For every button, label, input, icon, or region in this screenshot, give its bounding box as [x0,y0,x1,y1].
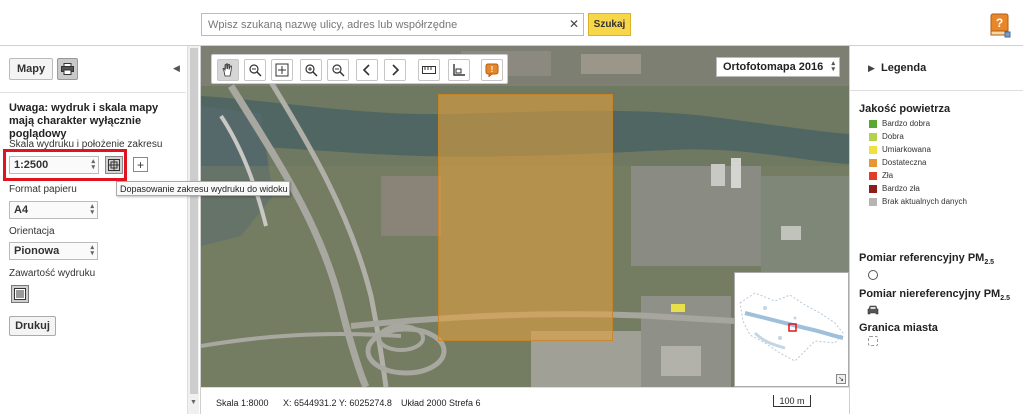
previous-view-icon[interactable] [356,59,378,81]
fit-tooltip: Dopasowanie zakresu wydruku do widoku [116,181,290,196]
legend-item-label: Zła [882,171,894,180]
coordinate-system: Układ 2000 Strefa 6 [401,398,481,408]
scrollbar-thumb[interactable] [190,48,198,394]
map-scale: Skala 1:8000 [216,398,269,408]
legend-swatch [869,145,877,154]
pan-hand-icon[interactable] [217,59,239,81]
scale-value: 1:2500 [14,159,49,171]
zoom-in-icon[interactable] [300,59,322,81]
legend-item: Dobra [869,131,904,142]
nonreference-pm-label: Pomiar niereferencyjny PM [859,288,1001,300]
printer-icon[interactable] [57,58,78,80]
city-border-title: Granica miasta [859,322,938,334]
legend-item: Zła [869,170,893,181]
zoom-extent-icon[interactable] [271,59,293,81]
paper-select[interactable]: A4 ▴ ▾ [9,201,98,219]
header: ✕ Szukaj ? [0,0,1023,46]
reference-pm-title: Pomiar referencyjny PM2.5 [859,252,994,266]
paper-value: A4 [14,204,29,216]
legend-swatch [869,119,877,128]
coordinates: X: 6544931.2 Y: 6025274.8 [283,398,392,408]
select-arrows-icon: ▴ ▾ [831,60,835,73]
select-arrows-icon: ▴ ▾ [91,158,95,171]
reference-pm-label: Pomiar referencyjny PM [859,252,985,264]
scrollbar[interactable]: ▼ [187,46,199,414]
nonreference-pm-title: Pomiar niereferencyjny PM2.5 [859,288,1010,302]
reference-pm-subscript: 2.5 [984,259,995,267]
legend-item-label: Dostateczna [882,158,927,167]
select-arrows-icon: ▴ ▾ [90,203,94,216]
legend-item: Dostateczna [869,157,926,168]
print-panel: Mapy ◀ Uwaga: wydruk i skala mapy mają c… [0,46,290,414]
search-input[interactable] [202,14,564,35]
legend-item-label: Umiarkowana [882,145,931,154]
legend-item: Umiarkowana [869,144,931,155]
search-box: ✕ [201,13,584,36]
legend-title: Legenda [881,62,927,74]
orientation-value: Pionowa [14,245,60,257]
legend-header[interactable]: ▶ Legenda [850,46,1023,91]
basemap-select[interactable]: Ortofotomapa 2016 ▴ ▾ [716,57,840,77]
maps-button[interactable]: Mapy [9,58,53,80]
svg-text:?: ? [996,16,1003,30]
legend-item-label: Bardzo dobra [882,119,931,128]
close-icon[interactable]: ✕ [569,17,579,31]
legend-swatch [869,171,877,180]
legend-item: Brak aktualnych danych [869,196,967,207]
map-view[interactable]: ! Ortofotomapa 2016 ▴ ▾ ↘ [201,46,849,387]
svg-text:!: ! [491,65,494,74]
collapse-overview-icon[interactable]: ↘ [836,374,846,384]
legend-item: Bardzo dobra [869,118,930,129]
legend-item-label: Dobra [882,132,904,141]
nonreference-pm-subscript: 2.5 [1000,295,1010,303]
plus-icon[interactable]: + [133,157,148,172]
legend-swatch [869,132,877,141]
chevron-left-icon[interactable]: ◀ [173,63,180,74]
select-arrows-icon: ▴ ▾ [90,244,94,257]
list-content-icon[interactable] [11,285,29,303]
legend-swatch [869,158,877,167]
overview-map-image [735,273,848,386]
content-label: Zawartość wydruku [9,268,96,279]
print-button[interactable]: Drukuj [9,316,56,336]
measure-distance-icon[interactable] [418,59,440,81]
next-view-icon[interactable] [384,59,406,81]
air-quality-title: Jakość powietrza [859,103,951,115]
legend-panel: ▶ Legenda Jakość powietrza Bardzo dobra … [849,46,1023,414]
search-button[interactable]: Szukaj [588,13,631,36]
info-icon[interactable]: ! [481,59,503,81]
scale-bar: 100 m [773,395,811,407]
orientation-label: Orientacja [9,226,55,237]
fit-extent-button[interactable] [105,156,123,174]
measure-area-icon[interactable] [448,59,470,81]
overview-map[interactable]: ↘ [734,272,849,387]
divider [0,92,186,93]
circle-marker-icon [868,270,878,280]
orientation-select[interactable]: Pionowa ▴ ▾ [9,242,98,260]
paper-label: Format papieru [9,184,77,195]
map-toolbar: ! [211,54,508,84]
help-book-icon[interactable]: ? [988,12,1012,38]
print-extent[interactable] [438,94,613,341]
status-bar: Skala 1:8000 X: 6544931.2 Y: 6025274.8 U… [201,387,849,414]
scale-select[interactable]: 1:2500 ▴ ▾ [9,156,99,174]
basemap-value: Ortofotomapa 2016 [723,61,824,73]
car-icon [867,304,879,316]
scroll-down-icon[interactable]: ▼ [190,399,197,406]
legend-swatch [869,197,877,206]
city-border-icon [868,336,878,346]
zoom-out-box-icon[interactable] [244,59,266,81]
legend-swatch [869,184,877,193]
legend-item-label: Bardzo zła [882,184,920,193]
print-warning: Uwaga: wydruk i skala mapy mają charakte… [9,102,159,140]
zoom-out-icon[interactable] [327,59,349,81]
legend-item-label: Brak aktualnych danych [882,197,967,206]
legend-item: Bardzo zła [869,183,920,194]
chevron-right-icon[interactable]: ▶ [868,63,875,74]
